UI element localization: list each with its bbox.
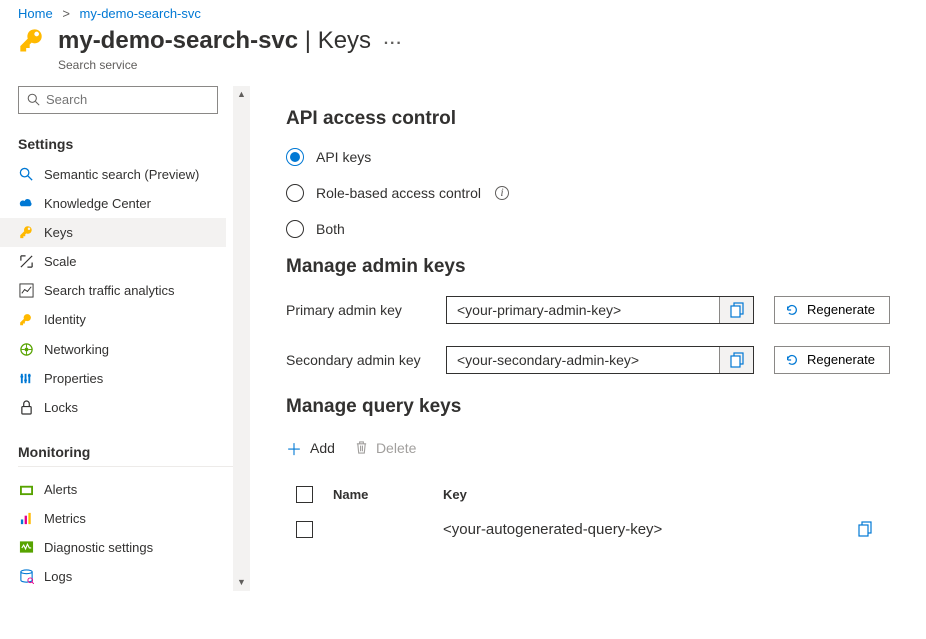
breadcrumb: Home > my-demo-search-svc [0, 0, 926, 25]
sidebar-item-label: Logs [44, 569, 72, 584]
plus-icon: ＋ [286, 436, 302, 460]
network-icon [18, 342, 34, 357]
button-label: Regenerate [807, 302, 875, 317]
api-access-title: API access control [286, 108, 898, 130]
sidebar: « Settings Semantic search (Preview) Kno… [0, 86, 246, 591]
scroll-up-icon[interactable]: ▲ [233, 86, 250, 103]
sidebar-item-label: Metrics [44, 511, 86, 526]
select-all-checkbox[interactable] [296, 486, 313, 503]
sidebar-item-networking[interactable]: Networking [0, 335, 226, 364]
search-input[interactable] [18, 86, 218, 114]
secondary-key-label: Secondary admin key [286, 352, 426, 368]
column-key: Key [443, 487, 858, 502]
radio-label: Both [316, 221, 345, 237]
page-title: my-demo-search-svc | Keys ··· [58, 27, 403, 56]
sidebar-item-label: Locks [44, 400, 78, 415]
refresh-icon [785, 353, 799, 367]
regenerate-primary-button[interactable]: Regenerate [774, 296, 890, 324]
sidebar-item-label: Identity [44, 312, 86, 327]
trash-icon [355, 440, 368, 455]
sidebar-item-label: Knowledge Center [44, 196, 151, 211]
row-checkbox[interactable] [296, 521, 313, 538]
primary-key-field[interactable]: <your-primary-admin-key> [446, 296, 754, 324]
search-icon [18, 167, 34, 182]
primary-key-value: <your-primary-admin-key> [447, 302, 719, 318]
query-key-value: <your-autogenerated-query-key> [443, 521, 858, 538]
page-header: my-demo-search-svc | Keys ··· Search ser… [0, 25, 926, 86]
metrics-icon [18, 511, 34, 526]
info-icon[interactable]: i [495, 186, 509, 200]
primary-key-label: Primary admin key [286, 302, 426, 318]
sidebar-item-logs[interactable]: Logs [0, 562, 226, 591]
sidebar-item-locks[interactable]: Locks [0, 393, 226, 422]
sidebar-item-label: Alerts [44, 482, 77, 497]
manage-admin-title: Manage admin keys [286, 256, 898, 278]
section-settings: Settings [18, 136, 246, 152]
copy-primary-button[interactable] [719, 297, 753, 323]
logs-icon [18, 569, 34, 584]
button-label: Add [310, 440, 335, 456]
sidebar-item-label: Diagnostic settings [44, 540, 153, 555]
section-monitoring: Monitoring [18, 444, 246, 467]
diagnostic-icon [18, 540, 34, 554]
main-content: API access control API keys Role-based a… [246, 86, 926, 591]
secondary-key-value: <your-secondary-admin-key> [447, 352, 719, 368]
button-label: Regenerate [807, 352, 875, 367]
page-subtitle: Search service [58, 58, 403, 72]
radio-api-keys[interactable]: API keys [286, 148, 898, 166]
sidebar-item-traffic-analytics[interactable]: Search traffic analytics [0, 276, 226, 305]
radio-label: API keys [316, 149, 371, 165]
analytics-icon [18, 283, 34, 298]
search-field[interactable] [46, 92, 222, 107]
sidebar-item-metrics[interactable]: Metrics [0, 504, 226, 533]
scale-icon [18, 254, 34, 269]
regenerate-secondary-button[interactable]: Regenerate [774, 346, 890, 374]
copy-query-key-button[interactable] [858, 521, 898, 537]
sidebar-item-alerts[interactable]: Alerts [0, 475, 226, 504]
search-icon [27, 93, 40, 106]
cloud-icon [18, 196, 34, 210]
key-icon [18, 225, 34, 240]
sidebar-item-scale[interactable]: Scale [0, 247, 226, 276]
column-name: Name [333, 487, 443, 502]
radio-label: Role-based access control [316, 185, 481, 201]
sidebar-item-keys[interactable]: Keys [0, 218, 226, 247]
sidebar-item-semantic-search[interactable]: Semantic search (Preview) [0, 160, 226, 189]
add-query-key-button[interactable]: ＋ Add [286, 436, 335, 460]
breadcrumb-home[interactable]: Home [18, 6, 53, 21]
key-icon [18, 27, 46, 55]
lock-icon [18, 400, 34, 415]
secondary-key-field[interactable]: <your-secondary-admin-key> [446, 346, 754, 374]
sidebar-item-label: Properties [44, 371, 103, 386]
scrollbar[interactable]: ▲ ▼ [233, 86, 250, 591]
scroll-down-icon[interactable]: ▼ [233, 574, 250, 591]
alerts-icon [18, 483, 34, 496]
sidebar-item-properties[interactable]: Properties [0, 364, 226, 393]
sidebar-item-label: Semantic search (Preview) [44, 167, 199, 182]
button-label: Delete [376, 440, 416, 456]
sidebar-item-label: Search traffic analytics [44, 283, 175, 298]
sidebar-item-diagnostic[interactable]: Diagnostic settings [0, 533, 226, 562]
sidebar-item-identity[interactable]: Identity [0, 305, 226, 335]
properties-icon [18, 371, 34, 386]
sidebar-item-knowledge-center[interactable]: Knowledge Center [0, 189, 226, 218]
sidebar-item-label: Keys [44, 225, 73, 240]
breadcrumb-current[interactable]: my-demo-search-svc [80, 6, 201, 21]
radio-both[interactable]: Both [286, 220, 898, 238]
more-icon[interactable]: ··· [384, 35, 403, 52]
query-keys-table: Name Key <your-autogenerated-query-key> [286, 478, 898, 548]
delete-query-key-button[interactable]: Delete [355, 440, 416, 456]
sidebar-item-label: Networking [44, 342, 109, 357]
sidebar-item-label: Scale [44, 254, 77, 269]
copy-secondary-button[interactable] [719, 347, 753, 373]
manage-query-title: Manage query keys [286, 396, 898, 418]
query-key-row: <your-autogenerated-query-key> [286, 511, 898, 548]
radio-rbac[interactable]: Role-based access control i [286, 184, 898, 202]
identity-icon [18, 312, 34, 328]
refresh-icon [785, 303, 799, 317]
breadcrumb-sep: > [62, 6, 70, 21]
